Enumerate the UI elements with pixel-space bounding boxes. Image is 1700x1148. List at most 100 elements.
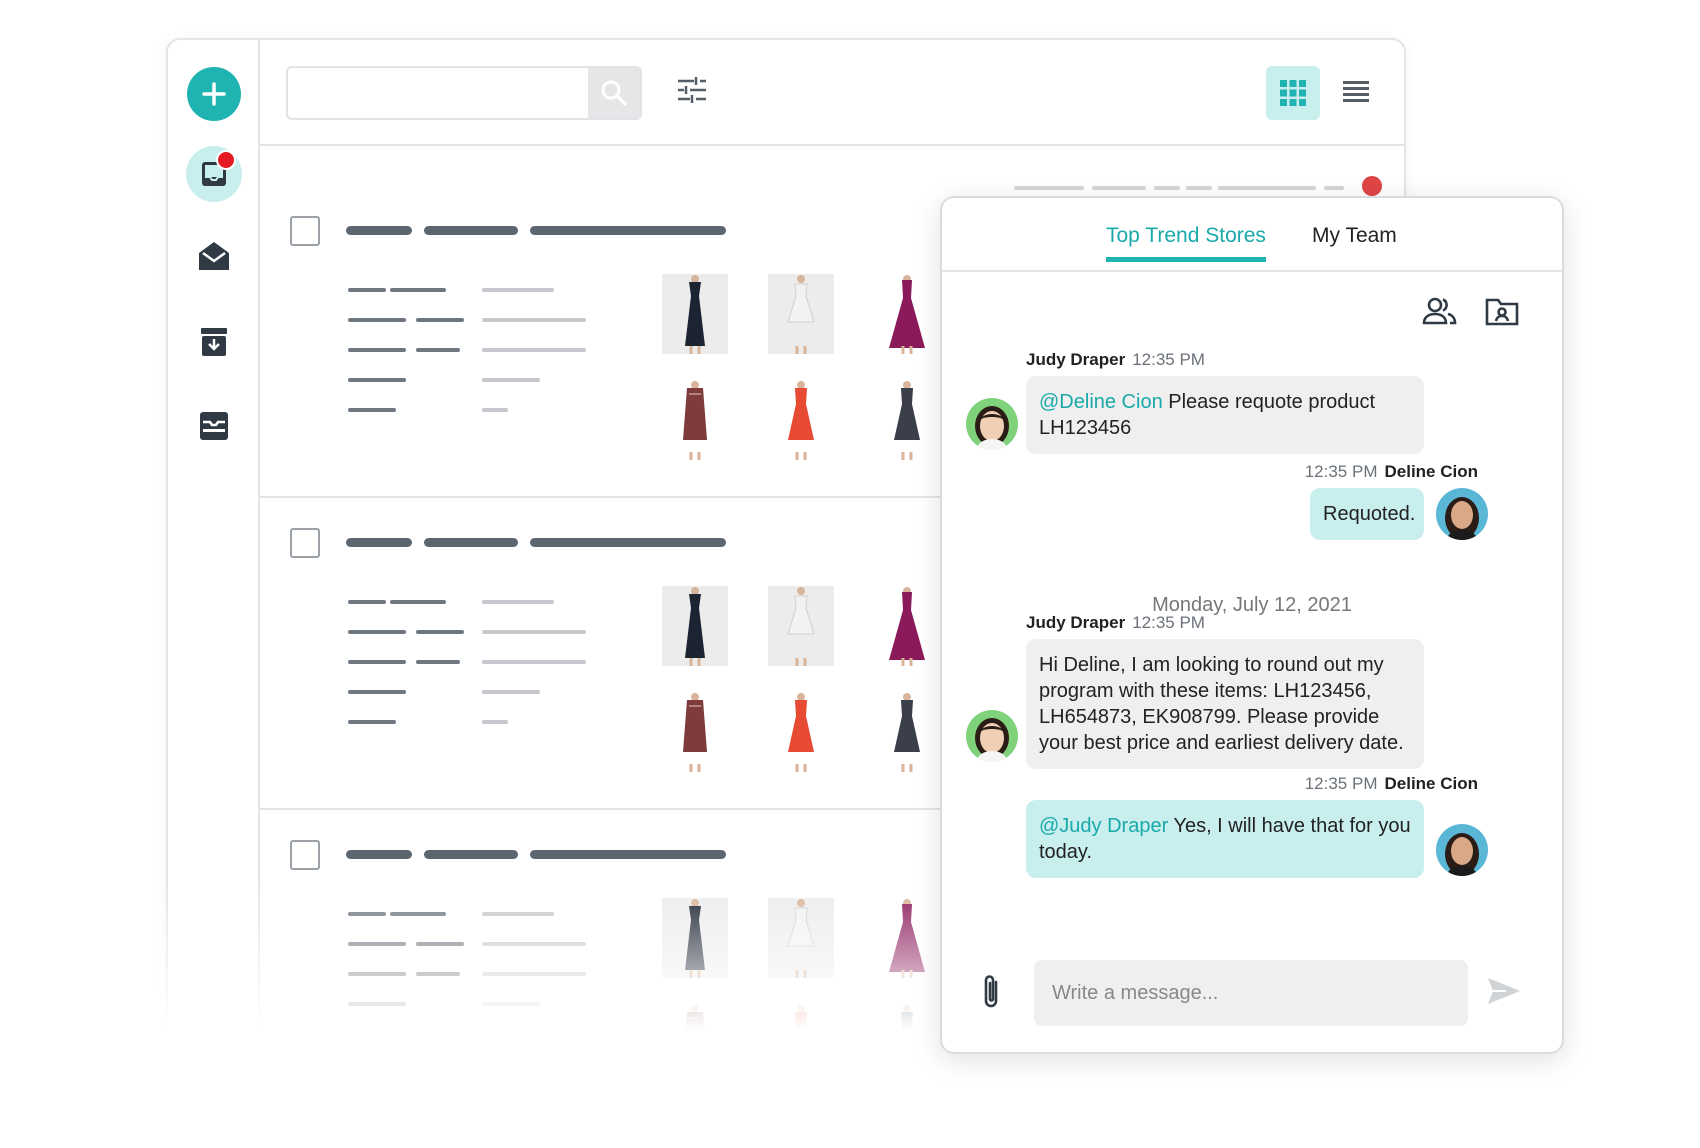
send-button[interactable] <box>1486 976 1522 1011</box>
sidebar-rail <box>168 40 260 1038</box>
detail-placeholder <box>348 1032 396 1036</box>
contact-folder-icon <box>1485 298 1519 326</box>
product-thumbnail[interactable] <box>874 586 940 666</box>
detail-placeholder <box>416 972 460 976</box>
send-icon <box>1488 978 1520 1004</box>
product-thumbnail[interactable] <box>874 380 940 460</box>
detail-placeholder <box>348 720 396 724</box>
avatar-deline-icon <box>1445 833 1479 876</box>
product-thumbnail[interactable] <box>874 898 940 978</box>
sidebar-item-archive[interactable] <box>186 314 242 370</box>
detail-placeholder <box>348 912 386 916</box>
detail-placeholder <box>390 912 446 916</box>
detail-placeholder <box>348 600 386 604</box>
message-bubble: @Judy Draper Yes, I will have that for y… <box>1026 800 1424 878</box>
product-thumbnail[interactable] <box>768 898 834 978</box>
detail-placeholder <box>482 348 586 352</box>
detail-placeholder <box>482 942 586 946</box>
message-time: 12:35 PM <box>1132 613 1205 632</box>
detail-placeholder <box>348 408 396 412</box>
product-thumbnail[interactable] <box>768 1004 834 1038</box>
detail-placeholder <box>482 1002 540 1006</box>
title-placeholder <box>346 538 412 547</box>
sender-name: Deline Cion <box>1384 774 1478 793</box>
tray-icon <box>200 412 228 440</box>
product-thumbnail[interactable] <box>662 380 728 460</box>
detail-placeholder <box>416 348 460 352</box>
detail-placeholder <box>482 600 554 604</box>
detail-placeholder <box>348 660 406 664</box>
product-thumbnail[interactable] <box>768 692 834 772</box>
title-placeholder <box>424 538 518 547</box>
avatar-deline-icon <box>1445 497 1479 540</box>
avatar <box>1436 488 1488 540</box>
detail-placeholder <box>482 630 586 634</box>
product-thumbnail[interactable] <box>662 1004 728 1038</box>
detail-placeholder <box>482 318 586 322</box>
members-button[interactable] <box>1422 296 1458 331</box>
detail-placeholder <box>482 972 586 976</box>
product-thumbnail[interactable] <box>768 586 834 666</box>
mention-tag[interactable]: @Judy Draper <box>1039 815 1168 837</box>
message-bubble: Requoted. <box>1310 488 1424 540</box>
toolbar <box>260 40 1404 146</box>
message-time: 12:35 PM <box>1132 350 1205 369</box>
row-status-placeholder <box>1218 186 1316 190</box>
product-thumbnail[interactable] <box>662 274 728 354</box>
product-thumbnail[interactable] <box>874 274 940 354</box>
detail-placeholder <box>482 690 540 694</box>
grid-view-button[interactable] <box>1266 66 1320 120</box>
sidebar-item-tray[interactable] <box>186 398 242 454</box>
detail-placeholder <box>390 600 446 604</box>
detail-placeholder <box>348 972 406 976</box>
search-input[interactable] <box>288 68 588 118</box>
message-text: Requoted. <box>1323 503 1416 525</box>
message-time: 12:35 PM <box>1304 774 1378 793</box>
grid-view-icon <box>1280 80 1306 106</box>
row-status-placeholder <box>1186 186 1212 190</box>
title-placeholder <box>346 850 412 859</box>
attach-button[interactable] <box>980 972 1002 1017</box>
product-thumbnail[interactable] <box>874 1004 940 1038</box>
search-box <box>286 66 642 120</box>
row-status-placeholder <box>1014 186 1084 190</box>
filter-button[interactable] <box>676 74 708 111</box>
list-view-button[interactable] <box>1342 78 1370 111</box>
sender-name: Judy Draper <box>1026 350 1126 369</box>
row-checkbox[interactable] <box>290 528 320 558</box>
avatar-judy-icon <box>975 718 1009 762</box>
sidebar-item-read[interactable] <box>186 228 242 284</box>
message-meta: Judy Draper 12:35 PM <box>1026 350 1212 370</box>
title-placeholder <box>530 538 726 547</box>
product-thumbnail[interactable] <box>662 898 728 978</box>
search-button[interactable] <box>588 68 640 118</box>
product-thumbnail[interactable] <box>662 586 728 666</box>
detail-placeholder <box>348 630 406 634</box>
product-thumbnail[interactable] <box>874 692 940 772</box>
detail-placeholder <box>482 720 508 724</box>
list-view-icon <box>1343 81 1369 102</box>
tab-my-team[interactable]: My Team <box>1312 224 1397 248</box>
sidebar-item-inbox[interactable] <box>186 146 242 202</box>
product-thumbnail[interactable] <box>768 380 834 460</box>
compose-button[interactable] <box>187 67 241 121</box>
files-button[interactable] <box>1485 296 1519 331</box>
message-meta: 12:35 PM Deline Cion <box>1298 462 1478 482</box>
row-checkbox[interactable] <box>290 840 320 870</box>
mention-tag[interactable]: @Deline Cion <box>1039 391 1163 413</box>
notification-dot <box>216 150 236 170</box>
message-time: 12:35 PM <box>1304 462 1378 481</box>
unread-indicator <box>1362 176 1382 196</box>
avatar-judy-icon <box>975 406 1009 450</box>
chat-panel: Top Trend Stores My Team Judy Draper 12:3… <box>940 196 1564 1054</box>
tab-top-trend-stores[interactable]: Top Trend Stores <box>1106 224 1266 262</box>
detail-placeholder <box>348 288 386 292</box>
avatar <box>966 710 1018 762</box>
product-thumbnail[interactable] <box>768 274 834 354</box>
sender-name: Judy Draper <box>1026 613 1126 632</box>
product-thumbnail[interactable] <box>662 692 728 772</box>
row-checkbox[interactable] <box>290 216 320 246</box>
message-input[interactable] <box>1034 960 1468 1026</box>
detail-placeholder <box>416 630 464 634</box>
detail-placeholder <box>482 408 508 412</box>
